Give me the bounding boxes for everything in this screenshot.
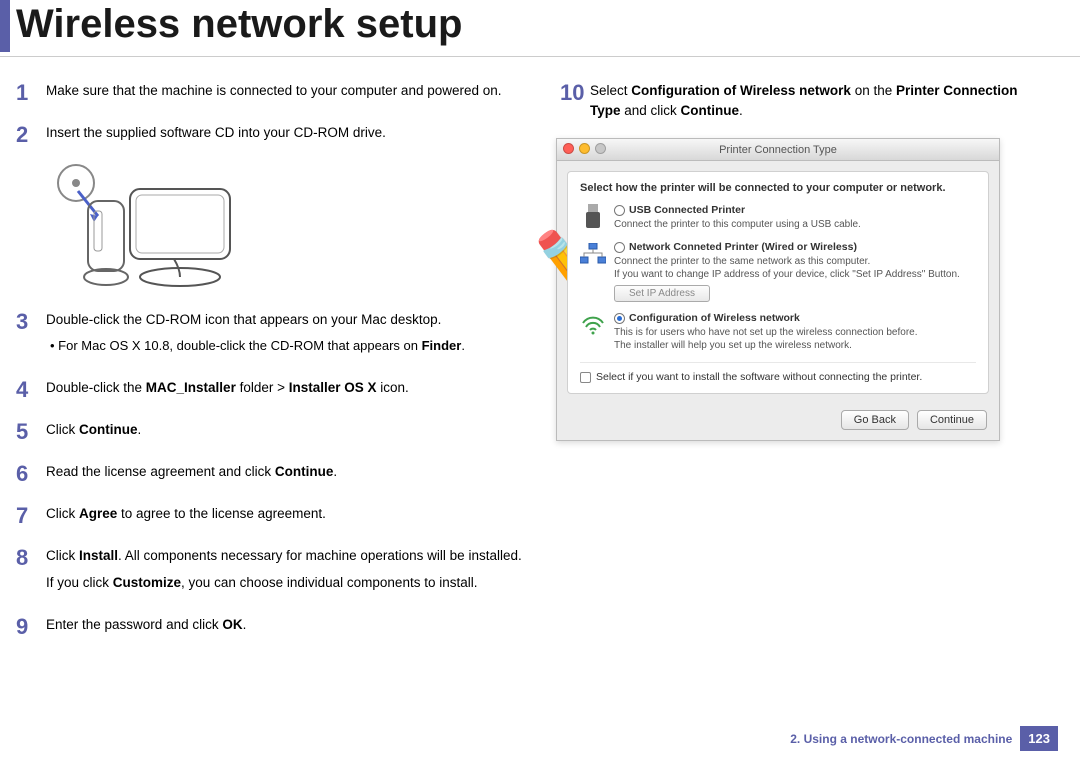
page-title: Wireless network setup: [16, 0, 462, 52]
go-back-button[interactable]: Go Back: [841, 410, 909, 430]
step-number: 2: [12, 119, 46, 151]
step-9: 9 Enter the password and click OK.: [12, 611, 532, 643]
dialog-footer: Go Back Continue: [557, 404, 999, 440]
step-number: 4: [12, 374, 46, 406]
step-number: 5: [12, 416, 46, 448]
content-columns: 1 Make sure that the machine is connecte…: [0, 57, 1080, 653]
step-5: 5 Click Continue.: [12, 416, 532, 448]
checkbox-label: Select if you want to install the softwa…: [596, 371, 922, 383]
step-text: Enter the password and click OK.: [46, 615, 532, 635]
minimize-icon[interactable]: [579, 143, 590, 154]
left-column: 1 Make sure that the machine is connecte…: [12, 77, 532, 653]
zoom-icon[interactable]: [595, 143, 606, 154]
step-4: 4 Double-click the MAC_Installer folder …: [12, 374, 532, 406]
radio-usb[interactable]: [614, 205, 625, 216]
step-text: Double-click the CD-ROM icon that appear…: [46, 310, 532, 330]
step-text: Make sure that the machine is connected …: [46, 81, 532, 101]
step-2: 2 Insert the supplied software CD into y…: [12, 119, 532, 151]
radio-wireless[interactable]: [614, 313, 625, 324]
option-title: Network Conneted Printer (Wired or Wirel…: [629, 241, 857, 253]
step-3: 3 Double-click the CD-ROM icon that appe…: [12, 306, 532, 364]
step-1: 1 Make sure that the machine is connecte…: [12, 77, 532, 109]
page-header: Wireless network setup: [0, 0, 1080, 57]
step-number: 8: [12, 542, 46, 574]
step-text: Insert the supplied software CD into you…: [46, 123, 532, 143]
option-title: USB Connected Printer: [629, 204, 745, 216]
window-controls: [563, 143, 606, 154]
step-extra: If you click Customize, you can choose i…: [46, 573, 532, 593]
step-8: 8 Click Install. All components necessar…: [12, 542, 532, 601]
page-number: 123: [1020, 726, 1058, 751]
dialog-body: Select how the printer will be connected…: [567, 171, 989, 394]
set-ip-button[interactable]: Set IP Address: [614, 285, 710, 302]
step-6: 6 Read the license agreement and click C…: [12, 458, 532, 490]
radio-network[interactable]: [614, 242, 625, 253]
network-icon: [580, 241, 606, 267]
option-desc: Connect the printer to this computer usi…: [614, 218, 976, 231]
dialog-prompt: Select how the printer will be connected…: [580, 182, 976, 194]
install-without-printer-row[interactable]: Select if you want to install the softwa…: [580, 362, 976, 383]
step-number: 9: [12, 611, 46, 643]
dialog-title: Printer Connection Type: [719, 144, 837, 156]
step-number: 10: [556, 77, 590, 109]
step-text: Read the license agreement and click Con…: [46, 462, 532, 482]
chapter-label: 2. Using a network-connected machine: [790, 732, 1012, 746]
header-accent-bar: [0, 0, 10, 52]
step-number: 3: [12, 306, 46, 338]
option-network[interactable]: Network Conneted Printer (Wired or Wirel…: [580, 241, 976, 302]
insert-cd-illustration: [48, 161, 532, 296]
checkbox-icon[interactable]: [580, 372, 591, 383]
option-desc: Connect the printer to the same network …: [614, 255, 976, 281]
step-number: 1: [12, 77, 46, 109]
page-footer: 2. Using a network-connected machine 123: [790, 726, 1058, 751]
close-icon[interactable]: [563, 143, 574, 154]
option-title: Configuration of Wireless network: [629, 312, 800, 324]
step-text: Click Agree to agree to the license agre…: [46, 504, 532, 524]
option-usb[interactable]: USB Connected Printer Connect the printe…: [580, 204, 976, 231]
option-wireless-config[interactable]: Configuration of Wireless network This i…: [580, 312, 976, 352]
step-text: Click Continue.: [46, 420, 532, 440]
option-desc: This is for users who have not set up th…: [614, 326, 976, 352]
dialog-titlebar: Printer Connection Type: [557, 139, 999, 161]
step-number: 6: [12, 458, 46, 490]
step-subtext: For Mac OS X 10.8, double-click the CD-R…: [46, 337, 532, 356]
usb-icon: [580, 204, 606, 230]
wifi-icon: [580, 312, 606, 338]
step-number: 7: [12, 500, 46, 532]
step-text: Click Install. All components necessary …: [46, 546, 532, 566]
printer-connection-dialog: Printer Connection Type ✏️ Select how th…: [556, 138, 1000, 441]
continue-button[interactable]: Continue: [917, 410, 987, 430]
step-text: Select Configuration of Wireless network…: [590, 81, 1044, 120]
right-column: 10 Select Configuration of Wireless netw…: [556, 77, 1044, 653]
step-text: Double-click the MAC_Installer folder > …: [46, 378, 532, 398]
step-10: 10 Select Configuration of Wireless netw…: [556, 77, 1044, 128]
step-7: 7 Click Agree to agree to the license ag…: [12, 500, 532, 532]
cd-mac-illustration-svg: [48, 161, 238, 291]
